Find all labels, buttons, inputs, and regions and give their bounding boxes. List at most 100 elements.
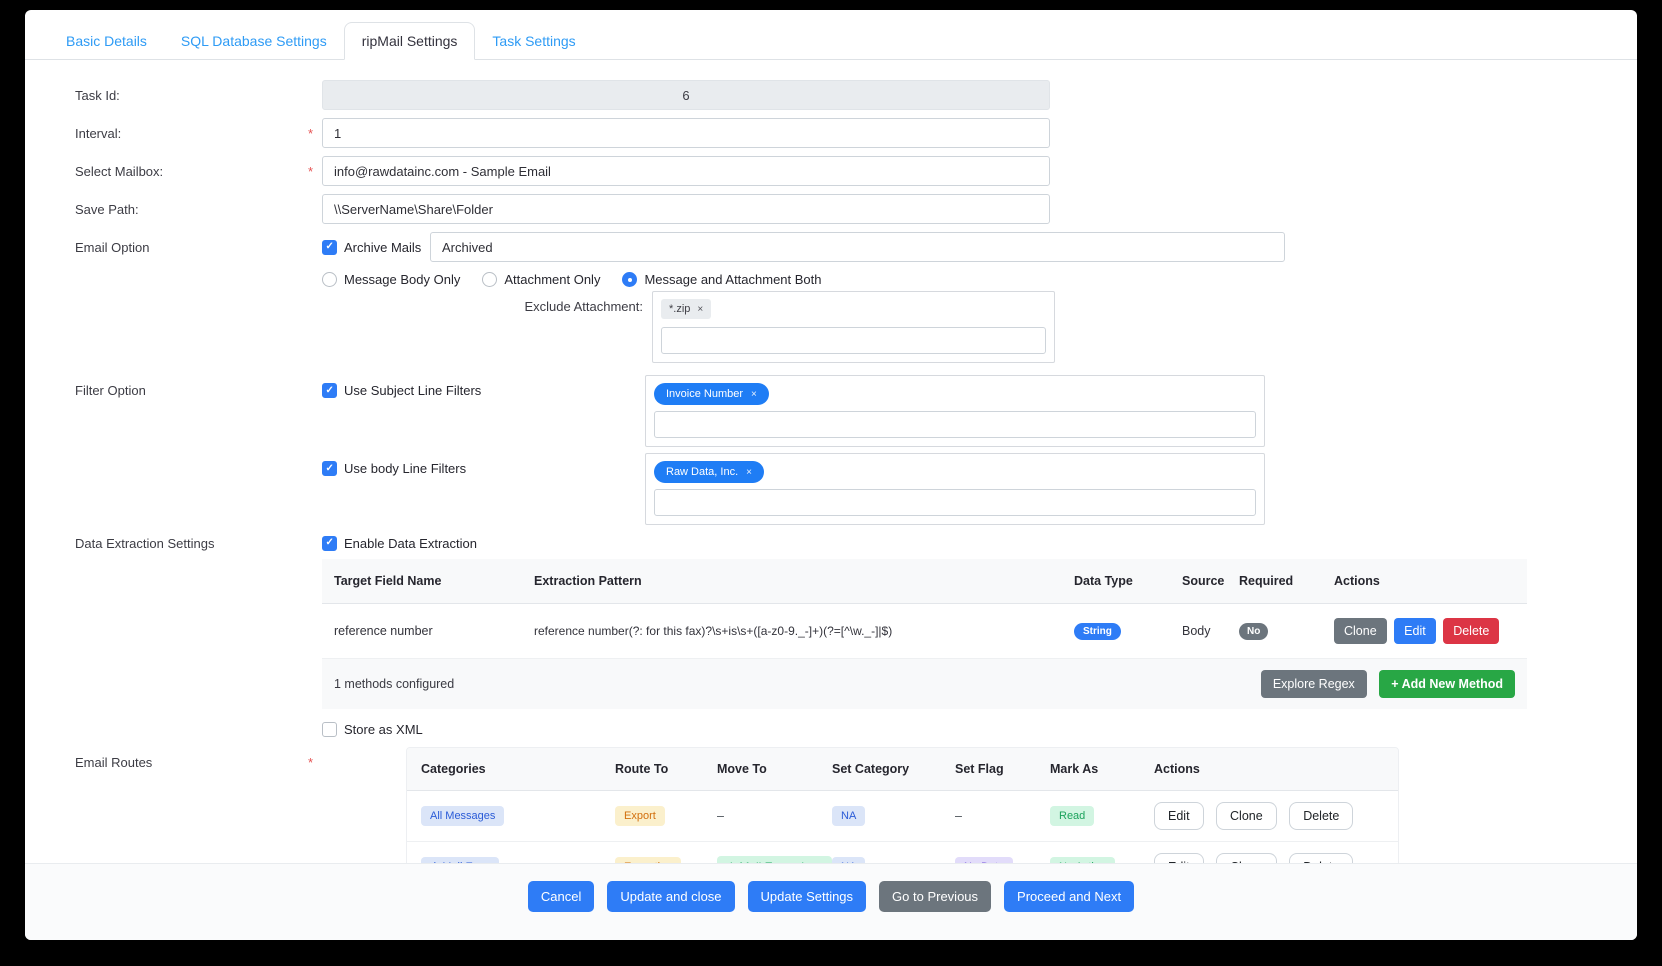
body-filter-tag-label: Raw Data, Inc. <box>666 466 738 478</box>
source-cell: Body <box>1182 610 1239 652</box>
archive-mails-checkbox[interactable] <box>322 240 337 255</box>
route-to-cell: Exception <box>615 846 717 863</box>
edit-route-button[interactable]: Edit <box>1154 853 1204 863</box>
subject-filters-input[interactable] <box>654 411 1256 438</box>
delete-route-button[interactable]: Delete <box>1289 802 1353 830</box>
email-option-label: Email Option <box>75 239 308 255</box>
enable-data-extraction-group: Enable Data Extraction <box>322 536 477 551</box>
edit-method-button[interactable]: Edit <box>1394 618 1436 644</box>
cancel-button[interactable]: Cancel <box>528 881 594 912</box>
email-routes-row: Email Routes * Categories Route To Move … <box>75 747 1637 863</box>
remove-tag-icon[interactable]: × <box>751 389 757 400</box>
radio-attachment-only-label: Attachment Only <box>504 272 600 287</box>
use-subject-filters-checkbox[interactable] <box>322 383 337 398</box>
settings-window: Basic Details SQL Database Settings ripM… <box>25 10 1637 940</box>
clone-method-button[interactable]: Clone <box>1334 618 1387 644</box>
update-and-close-button[interactable]: Update and close <box>607 881 734 912</box>
filter-option-label: Filter Option <box>75 375 308 398</box>
route-actions-cell: Edit Clone Delete <box>1154 842 1384 863</box>
set-flag-cell: – <box>955 798 1050 834</box>
task-id-row: Task Id: <box>75 80 1637 110</box>
required-cell: No <box>1239 609 1334 654</box>
go-to-previous-button[interactable]: Go to Previous <box>879 881 991 912</box>
remove-tag-icon[interactable]: × <box>697 304 703 315</box>
email-routes-table: Categories Route To Move To Set Category… <box>406 747 1399 863</box>
save-path-row: Save Path: <box>75 194 1637 224</box>
column-header-route-to: Route To <box>615 748 717 790</box>
task-id-label: Task Id: <box>75 87 308 103</box>
remove-tag-icon[interactable]: × <box>746 467 752 478</box>
move-to-cell: ripMail Exceptions <box>717 845 832 863</box>
category-badge: All Messages <box>421 806 504 826</box>
column-header-categories: Categories <box>421 748 615 790</box>
move-to-cell: – <box>717 798 832 834</box>
data-type-badge: String <box>1074 623 1121 640</box>
radio-message-body-only[interactable] <box>322 272 337 287</box>
body-filter-tag: Raw Data, Inc. × <box>654 461 764 483</box>
tab-sql-database-settings[interactable]: SQL Database Settings <box>164 23 344 59</box>
body-filters-input[interactable] <box>654 489 1256 516</box>
route-category-cell: All Messages <box>421 795 615 837</box>
tab-basic-details[interactable]: Basic Details <box>49 23 164 59</box>
route-category-cell: ripMail Error <box>421 846 615 863</box>
subject-filters-tags: Invoice Number × <box>654 383 1256 405</box>
move-to-badge: ripMail Exceptions <box>717 856 832 863</box>
archive-folder-input[interactable] <box>430 232 1285 262</box>
enable-data-extraction-label: Enable Data Extraction <box>344 536 477 551</box>
mark-as-badge: Read <box>1050 806 1094 826</box>
target-field-cell: reference number <box>334 610 534 652</box>
archive-mails-group: Archive Mails <box>322 240 430 255</box>
delete-method-button[interactable]: Delete <box>1443 618 1499 644</box>
edit-route-button[interactable]: Edit <box>1154 802 1204 830</box>
use-body-filters-label: Use body Line Filters <box>344 461 466 476</box>
route-actions-cell: Edit Clone Delete <box>1154 791 1384 841</box>
set-flag-cell: No Date <box>955 846 1050 863</box>
column-header-set-flag: Set Flag <box>955 748 1050 790</box>
column-header-move-to: Move To <box>717 748 832 790</box>
tab-ripmail-settings[interactable]: ripMail Settings <box>344 22 476 60</box>
delete-route-button[interactable]: Delete <box>1289 853 1353 863</box>
required-asterisk: * <box>308 164 322 179</box>
store-as-xml-group: Store as XML <box>322 722 423 737</box>
radio-attachment-only[interactable] <box>482 272 497 287</box>
email-routes-label: Email Routes <box>75 747 308 770</box>
interval-input[interactable] <box>322 118 1050 148</box>
column-header-set-category: Set Category <box>832 748 955 790</box>
save-path-label: Save Path: <box>75 201 308 217</box>
body-filters-tags: Raw Data, Inc. × <box>654 461 1256 483</box>
add-new-method-button[interactable]: + Add New Method <box>1379 670 1515 698</box>
interval-row: Interval: * <box>75 118 1637 148</box>
email-option-row: Email Option Archive Mails <box>75 232 1637 262</box>
select-mailbox-input[interactable] <box>322 156 1050 186</box>
store-as-xml-checkbox[interactable] <box>322 722 337 737</box>
store-as-xml-row: Store as XML <box>322 722 1637 737</box>
select-mailbox-row: Select Mailbox: * <box>75 156 1637 186</box>
column-header-data-type: Data Type <box>1074 559 1182 603</box>
exclude-attachment-input[interactable] <box>661 327 1046 354</box>
clone-route-button[interactable]: Clone <box>1216 853 1277 863</box>
extraction-table-header: Target Field Name Extraction Pattern Dat… <box>322 559 1527 604</box>
route-row: All Messages Export – NA – Read Edit Clo… <box>407 791 1398 842</box>
exclude-attachment-tagbox: *.zip × <box>652 291 1055 363</box>
required-asterisk: * <box>308 126 322 141</box>
task-id-input <box>322 80 1050 110</box>
bottom-action-bar: Cancel Update and close Update Settings … <box>25 863 1637 940</box>
enable-data-extraction-checkbox[interactable] <box>322 536 337 551</box>
radio-message-and-attachment-both-label: Message and Attachment Both <box>644 272 821 287</box>
clone-route-button[interactable]: Clone <box>1216 802 1277 830</box>
email-content-radio-row: Message Body Only Attachment Only Messag… <box>322 272 1637 287</box>
exclude-attachment-row: Exclude Attachment: *.zip × <box>322 291 1637 363</box>
use-subject-filters-label: Use Subject Line Filters <box>344 383 481 398</box>
tab-task-settings[interactable]: Task Settings <box>475 23 592 59</box>
update-settings-button[interactable]: Update Settings <box>748 881 867 912</box>
save-path-input[interactable] <box>322 194 1050 224</box>
set-category-cell: NA <box>832 846 955 863</box>
column-header-required: Required <box>1239 559 1334 603</box>
column-header-source: Source <box>1182 559 1239 603</box>
proceed-and-next-button[interactable]: Proceed and Next <box>1004 881 1134 912</box>
use-subject-filters-group: Use Subject Line Filters <box>322 375 645 398</box>
radio-message-and-attachment-both[interactable] <box>622 272 637 287</box>
use-body-filters-checkbox[interactable] <box>322 461 337 476</box>
explore-regex-button[interactable]: Explore Regex <box>1261 670 1367 698</box>
radio-message-and-attachment-both-group: Message and Attachment Both <box>622 272 821 287</box>
